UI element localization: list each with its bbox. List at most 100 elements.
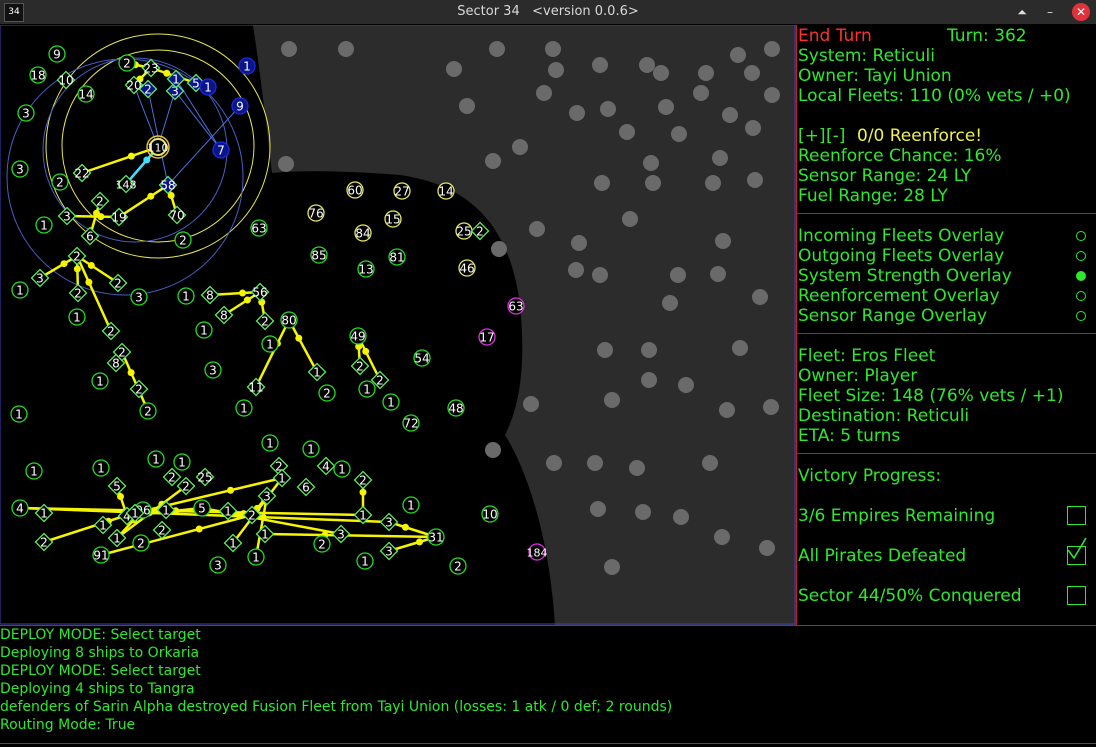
overlay-reinforcement[interactable]: Reenforcement Overlay [798,286,1000,306]
fleet-marker[interactable] [295,334,303,342]
star-system[interactable]: 5 [193,499,211,517]
star-system[interactable]: 11 [246,377,266,397]
star-system[interactable]: 46 [458,259,476,277]
star-system[interactable]: 1 [247,548,265,566]
star-system[interactable]: 85 [310,246,328,264]
star-system[interactable]: 60 [346,181,364,199]
fleet-marker[interactable] [147,192,155,200]
star-system[interactable]: 20 [124,75,144,95]
star-system[interactable]: 2 [139,402,157,420]
star-system[interactable]: 70 [167,205,187,225]
fleet-marker[interactable] [85,278,93,286]
overlay-sensor-range[interactable]: Sensor Range Overlay [798,306,987,326]
star-system[interactable]: 2 [318,384,336,402]
star-system[interactable]: 1 [92,459,110,477]
star-system[interactable]: 148 [116,174,137,194]
star-system[interactable]: 9 [48,45,66,63]
star-system[interactable]: 110 [146,135,170,159]
star-system[interactable]: 22 [72,163,92,183]
fleet-marker[interactable] [227,486,235,494]
star-system[interactable]: 80 [280,311,298,329]
star-system[interactable]: 17 [478,328,496,346]
overlay-reinforcement-radio[interactable] [1076,291,1086,301]
minimize-icon[interactable]: – [1041,3,1059,21]
star-system[interactable]: 1 [195,321,213,339]
star-system[interactable]: 56 [250,282,270,302]
end-turn-button[interactable]: End Turn [798,26,872,46]
reinforce-plus-button[interactable]: [+] [798,126,826,146]
star-system[interactable]: 3 [11,160,29,178]
star-system[interactable]: 63 [250,219,268,237]
fleet-marker[interactable] [195,525,203,533]
star-system[interactable]: 84 [354,224,372,242]
star-system[interactable]: 1 [199,78,217,96]
star-system[interactable]: 2 [51,173,69,191]
star-system[interactable]: 3 [209,556,227,574]
reinforce-minus-button[interactable]: [-] [826,126,845,146]
fleet-marker[interactable] [73,265,81,273]
star-system[interactable]: 49 [349,327,367,345]
star-system[interactable]: 10 [56,70,76,90]
overlay-outgoing-radio[interactable] [1076,251,1086,261]
star-system[interactable]: 2 [449,557,467,575]
overlay-incoming-radio[interactable] [1076,231,1086,241]
star-system[interactable]: 2 [132,534,150,552]
fleet-marker[interactable] [359,488,367,496]
star-system[interactable]: 81 [388,248,406,266]
star-system[interactable]: 1 [358,380,376,398]
overlay-strength-radio[interactable] [1076,271,1086,281]
star-system[interactable]: 58 [158,175,178,195]
star-system[interactable]: 23 [141,58,161,78]
star-system[interactable]: 91 [92,546,110,564]
fleet-marker[interactable] [127,152,135,160]
star-system[interactable]: 14 [437,182,455,200]
fleet-marker[interactable] [362,347,370,355]
fleet-marker[interactable] [87,261,95,269]
fleet-marker[interactable] [243,296,251,304]
star-system[interactable]: 18 [29,66,47,84]
reinforce-button[interactable]: 0/0 Reenforce! [857,126,982,146]
star-system[interactable]: 1 [235,399,253,417]
star-system[interactable]: 1 [147,450,165,468]
restore-icon[interactable]: ⏶ [1013,3,1031,21]
star-system[interactable]: 3 [130,288,148,306]
star-system[interactable]: 76 [307,204,325,222]
fleet-marker[interactable] [60,260,68,268]
star-system[interactable]: 13 [357,260,375,278]
galaxy-map[interactable]: 9 18 10 14 3 2 23 1 5 1 20 2 3 9 1 7 110 3 2 22 148 58 2 1 3 19 70… [0,25,796,625]
star-system[interactable]: 1 [356,552,374,570]
overlay-incoming[interactable]: Incoming Fleets Overlay [798,226,1004,246]
star-system[interactable]: 72 [402,414,420,432]
star-system[interactable]: 1 [11,281,29,299]
star-system[interactable]: 184 [527,543,548,561]
overlay-outgoing[interactable]: Outgoing Fleets Overlay [798,246,1004,266]
fleet-marker[interactable] [401,523,409,531]
fleet-marker[interactable] [143,156,151,164]
star-system[interactable]: 1 [10,405,28,423]
star-system[interactable]: 10 [481,505,499,523]
star-system[interactable]: 25 [455,222,473,240]
star-system[interactable]: 1 [68,308,86,326]
fleet-marker[interactable] [93,209,100,217]
star-system[interactable]: 63 [507,297,525,315]
star-system[interactable]: 7 [212,141,230,159]
star-system[interactable]: 15 [384,210,402,228]
fleet-marker[interactable] [127,369,135,377]
star-system[interactable]: 14 [77,85,95,103]
star-system[interactable]: 1 [382,393,400,411]
star-system[interactable]: 1 [238,57,256,75]
galaxy-map-canvas[interactable]: 918 101432 23 15 120 2 39171103222148 58213 19 70… [0,25,796,625]
star-system[interactable]: 1 [261,434,279,452]
star-system[interactable]: 1 [35,216,53,234]
star-system[interactable]: 27 [393,182,411,200]
overlay-sensor-range-radio[interactable] [1076,311,1086,321]
close-icon[interactable]: ✕ [1072,3,1090,21]
fleet-marker[interactable] [416,538,424,546]
star-system[interactable]: 25 [195,467,215,487]
star-system[interactable]: 3 [17,104,35,122]
fleet-marker[interactable] [163,69,171,77]
star-system[interactable]: 1 [261,335,279,353]
star-system[interactable]: 1 [402,496,420,514]
fleet-marker[interactable] [239,289,246,297]
star-system[interactable]: 2 [174,231,192,249]
